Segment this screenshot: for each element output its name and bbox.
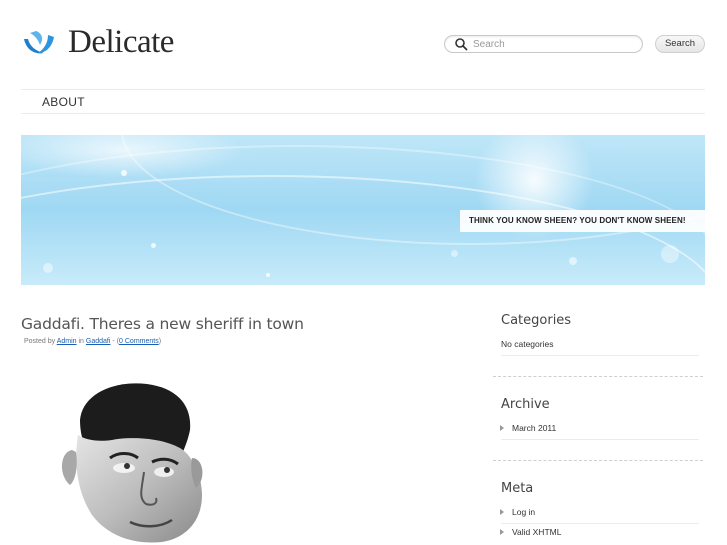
banner-caption: THINK YOU KNOW SHEEN? YOU DON'T KNOW SHE… (460, 210, 705, 232)
meta-item-label[interactable]: Valid XHTML (512, 527, 561, 537)
category-link[interactable]: Gaddafi (86, 338, 111, 345)
banner-sparkle (569, 257, 577, 265)
search-button[interactable]: Search (655, 35, 705, 53)
banner-sparkle (266, 273, 270, 277)
meta-widget-title: Meta (501, 481, 534, 496)
meta-separator: - (112, 338, 115, 345)
search-icon (455, 38, 468, 51)
archive-item-label[interactable]: March 2011 (512, 423, 556, 433)
categories-widget-title: Categories (501, 313, 572, 328)
bullet-arrow-icon (500, 529, 504, 535)
categories-empty-text: No categories (501, 339, 554, 349)
divider (501, 439, 699, 440)
post-meta: Posted by Admin in Gaddafi - (0 Comments… (24, 338, 161, 345)
post-title-text[interactable]: Gaddafi. Theres a new sheriff in town (21, 315, 304, 333)
divider (501, 523, 699, 524)
banner-sparkle (661, 245, 679, 263)
bullet-arrow-icon (500, 425, 504, 431)
author-link[interactable]: Admin (57, 338, 77, 345)
search-input[interactable] (473, 36, 633, 52)
site-logo[interactable]: Delicate (22, 24, 174, 60)
posted-by-label: Posted by (24, 338, 56, 345)
logo-icon (24, 31, 54, 54)
widget-separator (493, 460, 703, 461)
nav-item-about[interactable]: ABOUT (42, 95, 85, 109)
comments-link[interactable]: 0 Comments (119, 338, 159, 345)
archive-widget-title: Archive (501, 397, 550, 412)
banner-sparkle (451, 250, 458, 257)
site-title: Delicate (68, 24, 174, 60)
meta-item-xhtml[interactable]: Valid XHTML (500, 527, 561, 537)
banner-sparkle (43, 263, 53, 273)
main-nav: ABOUT (21, 89, 705, 114)
comments-close-paren: ) (158, 338, 162, 345)
banner-sparkle (121, 170, 127, 176)
bullet-arrow-icon (500, 509, 504, 515)
meta-item-login[interactable]: Log in (500, 507, 535, 517)
widget-separator (493, 376, 703, 377)
banner-sparkle (151, 243, 156, 248)
post-image (61, 383, 203, 543)
header-banner: THINK YOU KNOW SHEEN? YOU DON'T KNOW SHE… (21, 135, 705, 285)
divider (501, 355, 699, 356)
archive-item[interactable]: March 2011 (500, 423, 556, 433)
in-label: in (78, 338, 84, 345)
post-title[interactable]: Gaddafi. Theres a new sheriff in town (21, 315, 304, 333)
search-box (444, 35, 643, 53)
meta-item-label[interactable]: Log in (512, 507, 535, 517)
